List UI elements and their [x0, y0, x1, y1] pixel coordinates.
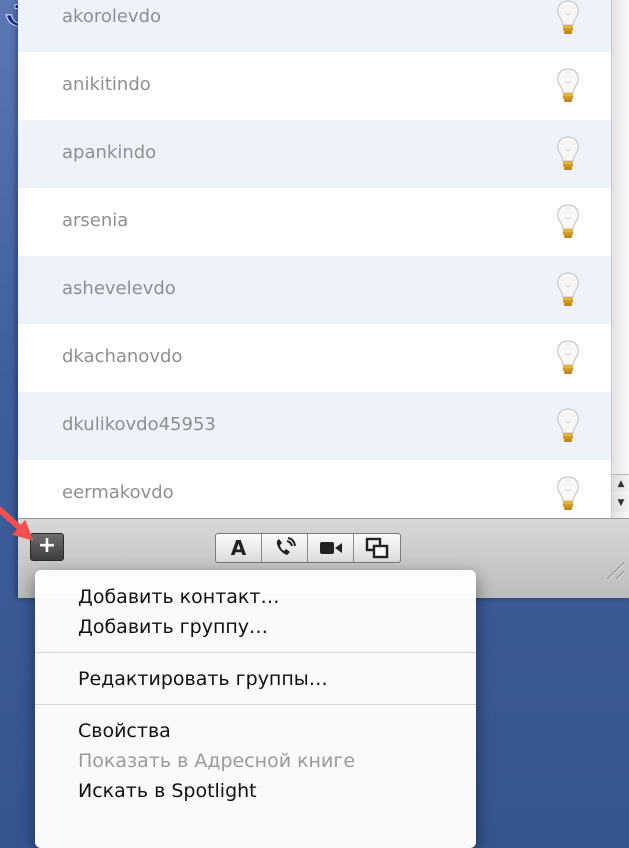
menu-item-add-group[interactable]: Добавить группу… — [35, 612, 476, 642]
buddy-row-akorolevdo[interactable]: akorolevdo — [18, 0, 611, 52]
buddy-row-eermakovdo[interactable]: eermakovdo — [18, 460, 611, 518]
vertical-scrollbar[interactable]: ▲ ▼ — [611, 0, 629, 518]
lightbulb-icon — [557, 408, 579, 442]
screen-sharing-button[interactable] — [354, 534, 400, 562]
audio-chat-button[interactable] — [262, 534, 308, 562]
text-chat-button[interactable]: A — [216, 534, 262, 562]
screen-sharing-icon — [365, 537, 389, 559]
scroll-down-arrow-icon[interactable]: ▼ — [612, 494, 629, 512]
buddy-row-anikitindo[interactable]: anikitindo — [18, 52, 611, 120]
lightbulb-icon — [557, 68, 579, 102]
chat-mode-segmented-control: A — [215, 533, 401, 563]
buddy-name: dkachanovdo — [62, 346, 183, 367]
menu-separator — [35, 704, 476, 705]
buddy-name: eermakovdo — [62, 482, 174, 503]
video-chat-icon — [319, 542, 342, 554]
menu-separator — [35, 652, 476, 653]
resize-grip-icon[interactable] — [604, 559, 624, 579]
menu-item-edit-groups[interactable]: Редактировать группы… — [35, 664, 476, 694]
lightbulb-icon — [557, 204, 579, 238]
buddy-name: ashevelevdo — [62, 278, 176, 299]
lightbulb-icon — [557, 272, 579, 306]
buddy-name: akorolevdo — [62, 6, 162, 27]
lightbulb-icon — [557, 0, 579, 34]
text-chat-icon: A — [230, 536, 247, 560]
add-context-menu: Добавить контакт… Добавить группу… Редак… — [35, 570, 476, 848]
buddy-row-dkachanovdo[interactable]: dkachanovdo — [18, 324, 611, 392]
lightbulb-icon — [557, 136, 579, 170]
buddy-row-apankindo[interactable]: apankindo — [18, 120, 611, 188]
buddy-list-window: akorolevdo anikitindo apankindo arsenia … — [18, 0, 629, 598]
menu-item-show-in-address-book: Показать в Адресной книге — [78, 750, 356, 772]
lightbulb-icon — [557, 340, 579, 374]
buddy-row-arsenia[interactable]: arsenia — [18, 188, 611, 256]
buddy-name: anikitindo — [62, 74, 151, 95]
menu-item-search-in-spotlight[interactable]: Искать в Spotlight — [35, 776, 476, 806]
buddy-list: akorolevdo anikitindo apankindo arsenia … — [18, 0, 611, 518]
scroll-up-arrow-icon[interactable]: ▲ — [612, 474, 629, 492]
video-chat-button[interactable] — [308, 534, 354, 562]
buddy-name: apankindo — [62, 142, 157, 163]
menu-item-add-contact[interactable]: Добавить контакт… — [35, 582, 476, 612]
lightbulb-icon — [557, 476, 579, 510]
buddy-name: dkulikovdo45953 — [62, 414, 216, 435]
buddy-name: arsenia — [62, 210, 129, 231]
menu-item-properties[interactable]: Свойства — [35, 716, 476, 746]
buddy-row-ashevelevdo[interactable]: ashevelevdo — [18, 256, 611, 324]
audio-chat-icon — [276, 537, 296, 555]
buddy-row-dkulikovdo45953[interactable]: dkulikovdo45953 — [18, 392, 611, 460]
